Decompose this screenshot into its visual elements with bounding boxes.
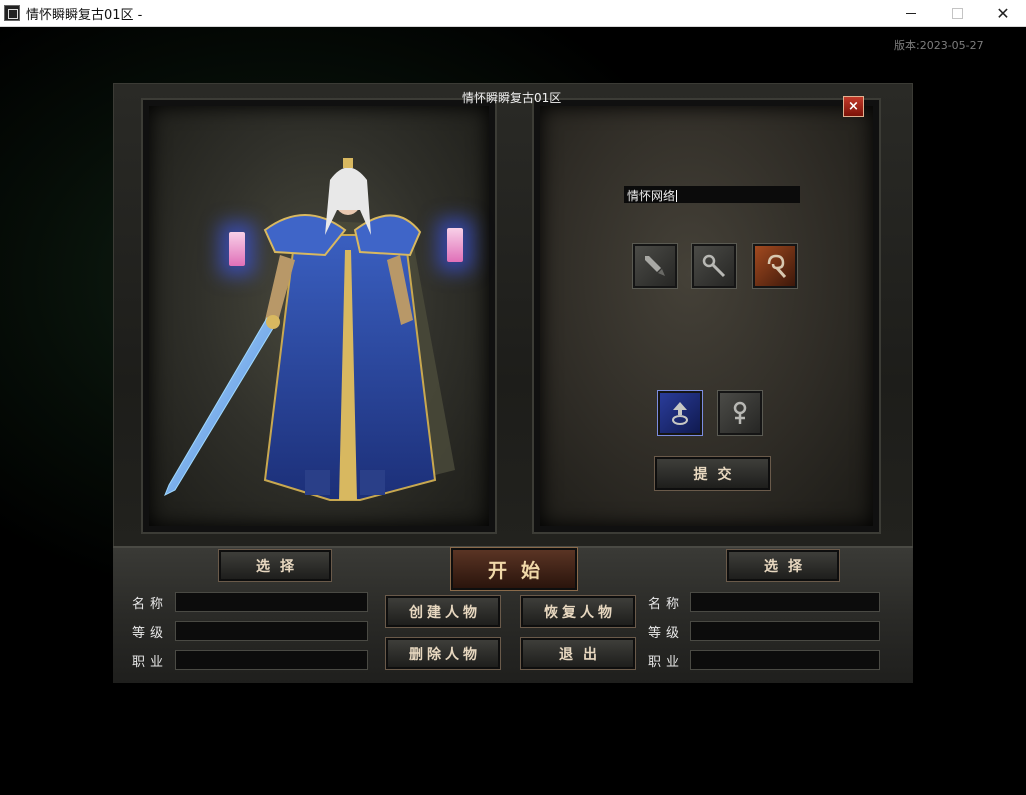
left-level-field: [175, 621, 368, 641]
text-caret: [676, 190, 678, 202]
character-name-value: 情怀网络: [627, 189, 676, 203]
right-job-field: [690, 650, 880, 670]
male-icon: [672, 402, 688, 425]
window-titlebar: 情怀瞬瞬复古01区 - ✕: [0, 0, 1026, 27]
create-character-button[interactable]: 创建人物: [386, 596, 500, 627]
gender-male-button[interactable]: [658, 391, 702, 435]
submit-button[interactable]: 提交: [655, 457, 770, 490]
restore-character-button[interactable]: 恢复人物: [521, 596, 635, 627]
select-right-button[interactable]: 选择: [727, 550, 839, 581]
start-button[interactable]: 开始: [451, 548, 577, 590]
right-name-field: [690, 592, 880, 612]
wand-icon: [702, 254, 726, 278]
sword-icon: [645, 256, 665, 276]
job-mage-button[interactable]: [692, 244, 736, 288]
gender-female-button[interactable]: [718, 391, 762, 435]
dialog-title: 情怀瞬瞬复古01区: [462, 91, 562, 105]
right-level-field: [690, 621, 880, 641]
left-job-field: [175, 650, 368, 670]
close-icon: ×: [848, 99, 859, 114]
select-left-button[interactable]: 选择: [219, 550, 331, 581]
dialog-close-button[interactable]: ×: [843, 96, 864, 117]
character-portrait: [164, 158, 455, 501]
close-icon: ✕: [996, 3, 1010, 23]
female-icon: [733, 401, 747, 424]
window-title: 情怀瞬瞬复古01区 -: [26, 8, 143, 23]
left-level-label: 等级: [132, 626, 169, 641]
left-job-label: 职业: [132, 655, 169, 670]
maximize-icon: [951, 7, 963, 19]
job-warrior-button[interactable]: [633, 244, 677, 288]
minimize-button[interactable]: [888, 0, 934, 26]
version-label: 版本:2023-05-27: [894, 39, 984, 52]
exit-button[interactable]: 退出: [521, 638, 635, 669]
hook-staff-icon: [767, 254, 787, 278]
character-name-input[interactable]: 情怀网络: [624, 186, 800, 203]
window-close-button[interactable]: ✕: [980, 0, 1026, 26]
left-name-field: [175, 592, 368, 612]
app-icon: [4, 5, 20, 21]
minimize-icon: [906, 12, 916, 14]
delete-character-button[interactable]: 删除人物: [386, 638, 500, 669]
job-taoist-button[interactable]: [753, 244, 797, 288]
right-name-label: 名称: [648, 597, 685, 612]
right-level-label: 等级: [648, 626, 685, 641]
right-job-label: 职业: [648, 655, 685, 670]
maximize-button[interactable]: [934, 0, 980, 26]
left-name-label: 名称: [132, 597, 169, 612]
